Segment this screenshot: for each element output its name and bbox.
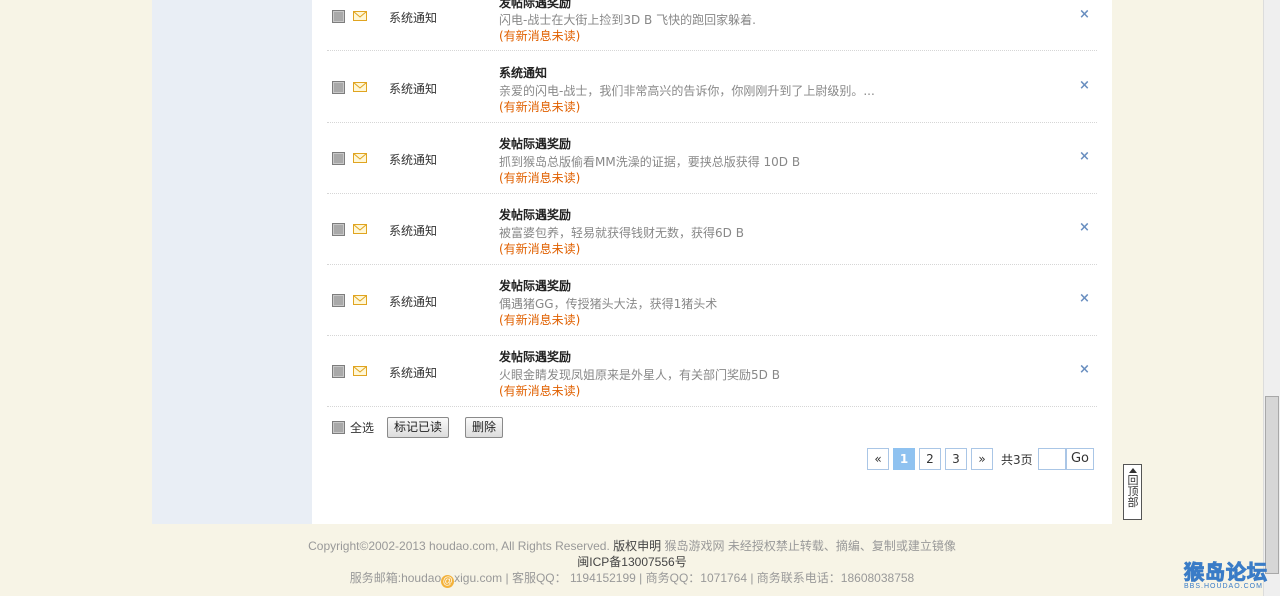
row-checkbox[interactable]	[332, 10, 345, 23]
message-title[interactable]: 发帖际遇奖励	[499, 277, 571, 294]
message-desc[interactable]: 闪电-战士在大街上捡到3D B 飞快的跑回家躲着.	[499, 11, 756, 28]
message-sender: 系统通知	[389, 153, 438, 167]
page-scrollbar[interactable]	[1263, 0, 1280, 596]
rights-link[interactable]: 版权申明	[613, 539, 661, 553]
message-sender: 系统通知	[389, 366, 438, 380]
unread-notice: (有新消息未读)	[499, 313, 581, 327]
next-page-button[interactable]: »	[971, 448, 993, 470]
delete-message-icon[interactable]: ×	[1079, 362, 1090, 377]
scrollbar-thumb[interactable]	[1265, 396, 1279, 574]
page-number-input[interactable]	[1038, 448, 1066, 470]
unread-notice: (有新消息未读)	[499, 100, 581, 114]
message-row[interactable]: 系统通知 系统通知 亲爱的闪电-战士，我们非常高兴的告诉你，你刚刚升到了上尉级别…	[327, 52, 1097, 123]
footer: Copyright©2002-2013 houdao.com, All Righ…	[152, 538, 1112, 588]
at-icon: @	[441, 575, 455, 588]
envelope-icon	[353, 366, 367, 376]
email-suffix: xigu.com	[454, 571, 503, 585]
message-sender: 系统通知	[389, 224, 438, 238]
message-row[interactable]: 系统通知 发帖际遇奖励 闪电-战士在大街上捡到3D B 飞快的跑回家躲着. (有…	[327, 0, 1097, 51]
envelope-icon	[353, 153, 367, 163]
delete-message-icon[interactable]: ×	[1079, 291, 1090, 306]
unread-notice: (有新消息未读)	[499, 171, 581, 185]
envelope-icon	[353, 224, 367, 234]
message-row[interactable]: 系统通知 发帖际遇奖励 火眼金睛发现凤姐原来是外星人，有关部门奖励5D B (有…	[327, 336, 1097, 407]
message-sender: 系统通知	[389, 82, 438, 96]
delete-message-icon[interactable]: ×	[1079, 78, 1090, 93]
business-qq: | 商务QQ：1071764	[639, 571, 748, 585]
delete-message-icon[interactable]: ×	[1079, 149, 1090, 164]
message-desc[interactable]: 抓到猴岛总版偷看MM洗澡的证据，要挟总版获得 10D B	[499, 153, 800, 170]
business-phone: | 商务联系电话：18608038758	[750, 571, 915, 585]
message-title[interactable]: 系统通知	[499, 64, 547, 81]
unread-notice: (有新消息未读)	[499, 242, 581, 256]
prev-page-button[interactable]: «	[867, 448, 889, 470]
select-all-checkbox[interactable]	[332, 421, 345, 434]
icp-link[interactable]: 闽ICP备13007556号	[152, 554, 1112, 570]
support-qq: | 客服QQ： 1194152199	[505, 571, 636, 585]
row-checkbox[interactable]	[332, 81, 345, 94]
message-row[interactable]: 系统通知 发帖际遇奖励 偶遇猪GG，传授猪头大法，获得1猪头术 (有新消息未读)…	[327, 265, 1097, 336]
message-desc[interactable]: 亲爱的闪电-战士，我们非常高兴的告诉你，你刚刚升到了上尉级别。...	[499, 82, 875, 99]
message-sender: 系统通知	[389, 295, 438, 309]
page-2-button[interactable]: 2	[919, 448, 941, 470]
row-checkbox[interactable]	[332, 365, 345, 378]
message-row[interactable]: 系统通知 发帖际遇奖励 被富婆包养，轻易就获得钱财无数，获得6D B (有新消息…	[327, 194, 1097, 265]
page-1-button[interactable]: 1	[893, 448, 915, 470]
footer-contact-line: 服务邮箱:houdao@xigu.com | 客服QQ： 1194152199 …	[152, 570, 1112, 588]
mark-read-button[interactable]: 标记已读	[387, 417, 450, 438]
delete-message-icon[interactable]: ×	[1079, 220, 1090, 235]
message-row[interactable]: 系统通知 发帖际遇奖励 抓到猴岛总版偷看MM洗澡的证据，要挟总版获得 10D B…	[327, 123, 1097, 194]
message-desc[interactable]: 火眼金睛发现凤姐原来是外星人，有关部门奖励5D B	[499, 366, 780, 383]
sidebar-panel	[152, 0, 312, 524]
watermark-text: 猴岛论坛	[1184, 560, 1268, 585]
message-title[interactable]: 发帖际遇奖励	[499, 135, 571, 152]
watermark-logo: 猴岛论坛 BBS.HOUDAO.COM	[1184, 556, 1276, 596]
row-checkbox[interactable]	[332, 294, 345, 307]
page-3-button[interactable]: 3	[945, 448, 967, 470]
unread-notice: (有新消息未读)	[499, 29, 581, 43]
delete-button[interactable]: 删除	[465, 417, 504, 438]
message-title[interactable]: 发帖际遇奖励	[499, 0, 571, 11]
copyright-text: Copyright©2002-2013 houdao.com, All Righ…	[308, 539, 610, 553]
back-to-top-label: 回顶部	[1127, 474, 1139, 509]
rights-text: 猴岛游戏网 未经授权禁止转载、摘编、复制或建立镜像	[664, 539, 956, 553]
envelope-icon	[353, 82, 367, 92]
message-desc[interactable]: 被富婆包养，轻易就获得钱财无数，获得6D B	[499, 224, 744, 241]
watermark-url: BBS.HOUDAO.COM	[1184, 583, 1263, 590]
email-prefix: 服务邮箱:houdao	[349, 571, 442, 585]
arrow-up-icon	[1128, 468, 1137, 473]
row-checkbox[interactable]	[332, 152, 345, 165]
message-sender: 系统通知	[389, 11, 438, 25]
page-total: 共3页	[1001, 453, 1033, 467]
go-button[interactable]: Go	[1066, 448, 1094, 470]
select-all-label[interactable]: 全选	[350, 419, 374, 436]
envelope-icon	[353, 295, 367, 305]
row-checkbox[interactable]	[332, 223, 345, 236]
message-desc[interactable]: 偶遇猪GG，传授猪头大法，获得1猪头术	[499, 295, 717, 312]
envelope-icon	[353, 11, 367, 21]
message-title[interactable]: 发帖际遇奖励	[499, 348, 571, 365]
back-to-top-button[interactable]: 回顶部	[1123, 464, 1142, 520]
footer-copyright-line: Copyright©2002-2013 houdao.com, All Righ…	[152, 538, 1112, 554]
message-list-panel: 系统通知 发帖际遇奖励 闪电-战士在大街上捡到3D B 飞快的跑回家躲着. (有…	[312, 0, 1112, 524]
message-title[interactable]: 发帖际遇奖励	[499, 206, 571, 223]
unread-notice: (有新消息未读)	[499, 384, 581, 398]
delete-message-icon[interactable]: ×	[1079, 7, 1090, 22]
